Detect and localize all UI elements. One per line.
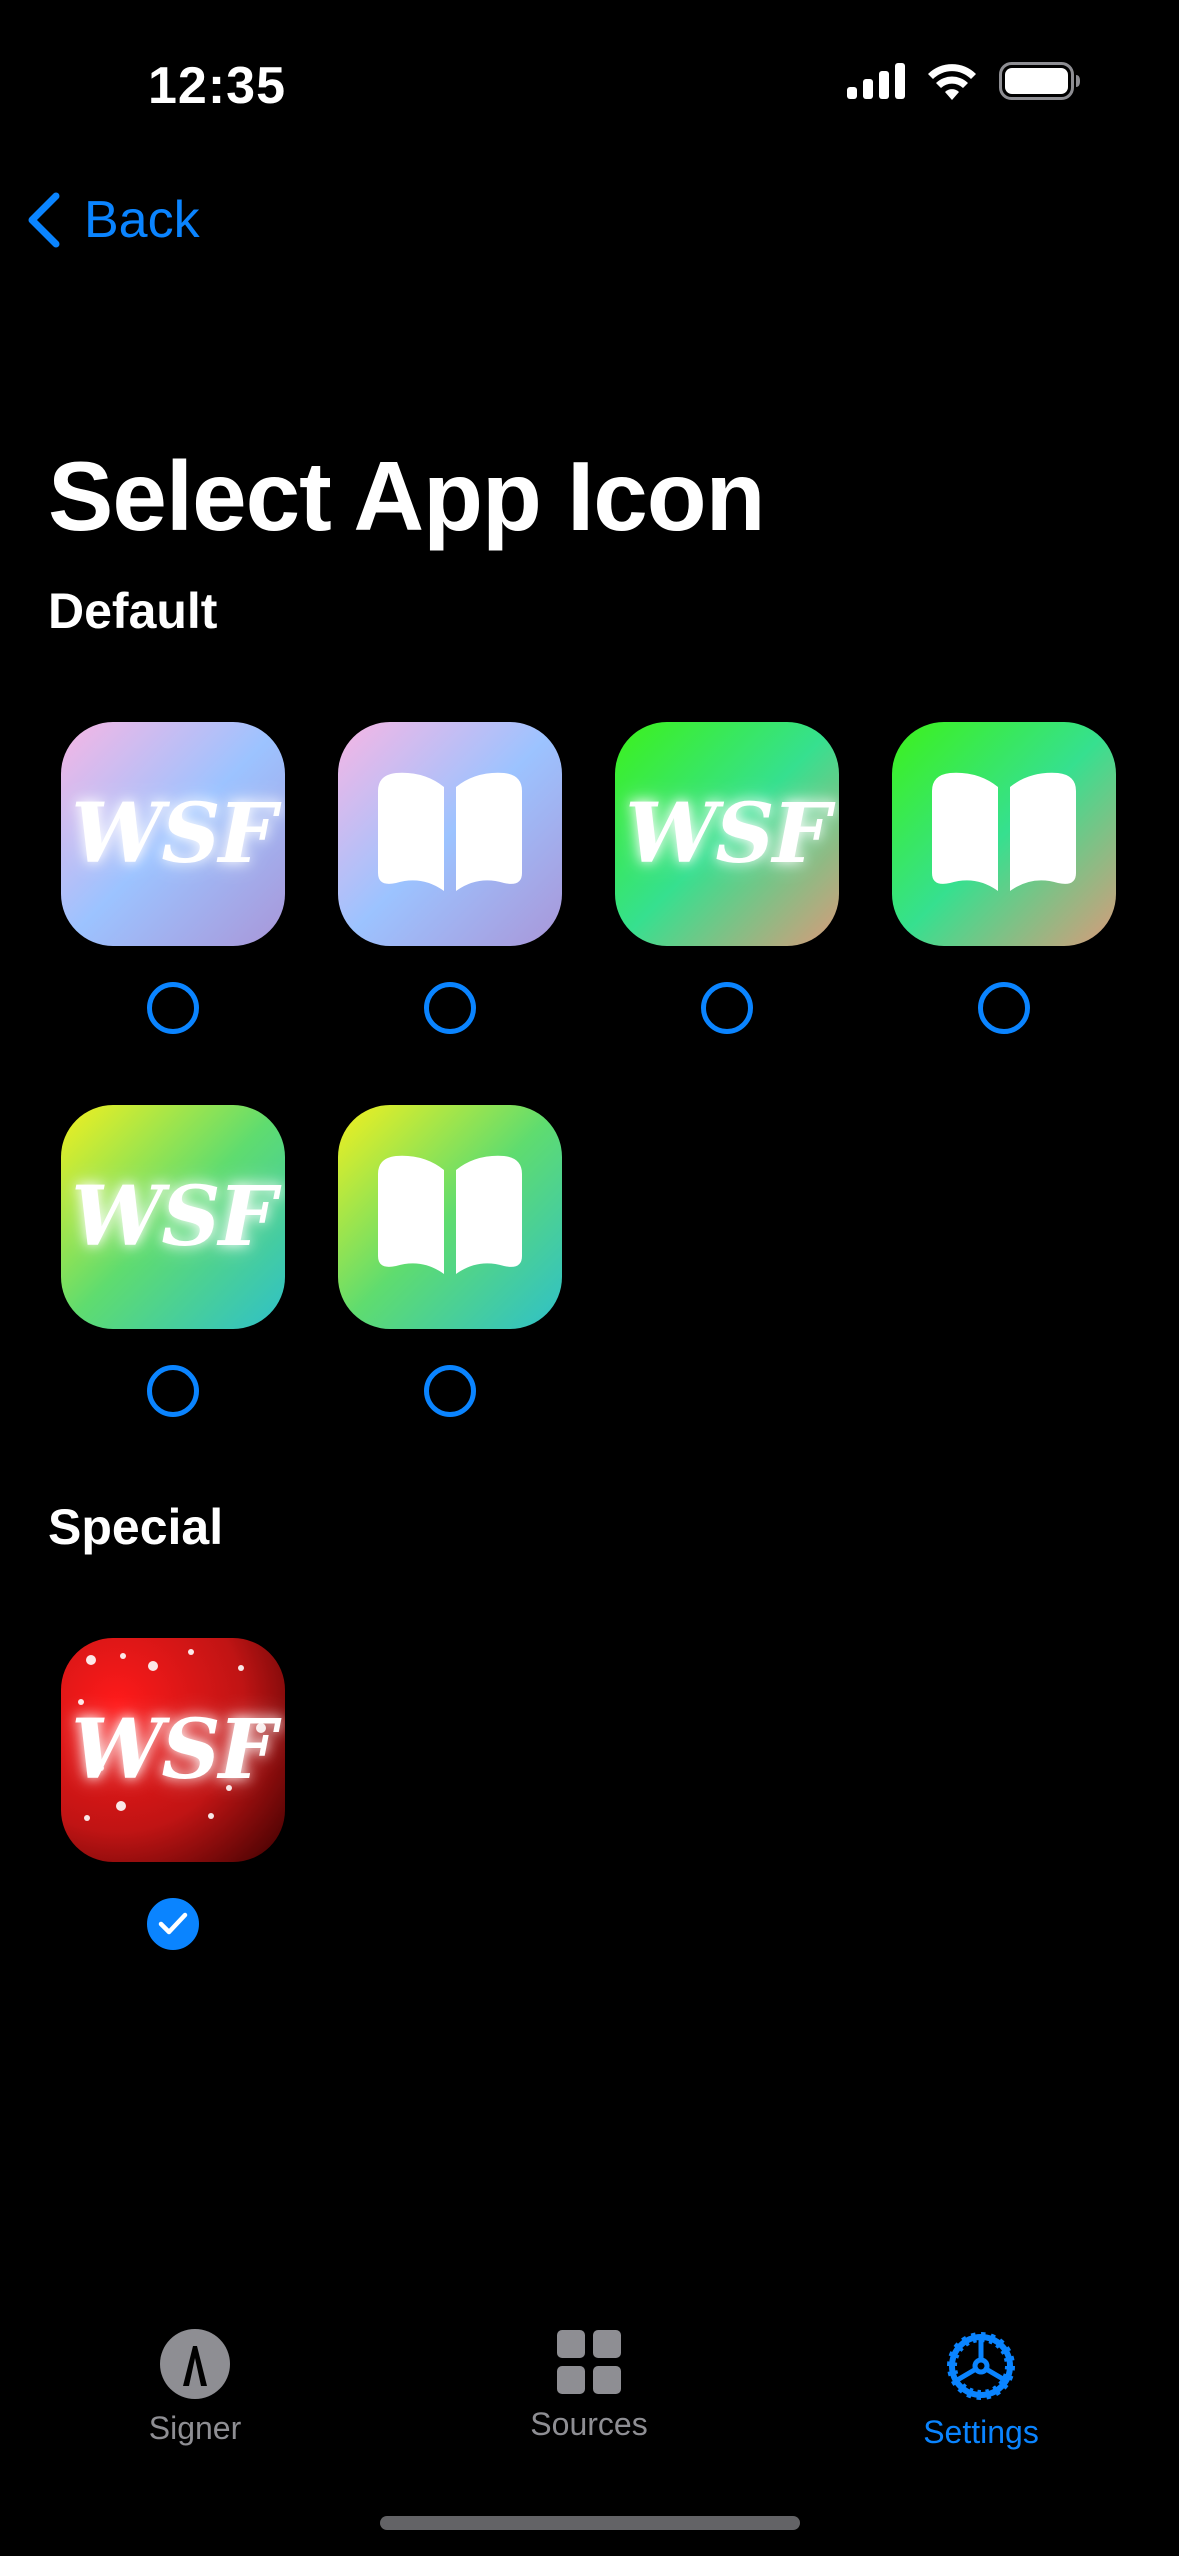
section-title-special: Special xyxy=(48,1499,224,1555)
status-bar: 12:35 xyxy=(0,0,1179,170)
icon-option[interactable] xyxy=(335,1105,565,1417)
app-icon-book[interactable] xyxy=(338,722,562,946)
page-title: Select App Icon xyxy=(48,441,766,551)
radio-unselected[interactable] xyxy=(978,982,1030,1034)
icon-option[interactable] xyxy=(335,722,565,1034)
back-button[interactable]: Back xyxy=(24,190,200,250)
icon-wsf-text: WSF xyxy=(71,1702,277,1798)
app-icon-book[interactable] xyxy=(892,722,1116,946)
icon-option[interactable]: WSF xyxy=(58,1105,288,1417)
section-title-default: Default xyxy=(48,583,218,639)
icon-option[interactable]: WSF xyxy=(612,722,842,1034)
app-icon-wsf[interactable]: WSF xyxy=(615,722,839,946)
icon-wsf-text: WSF xyxy=(625,786,831,882)
book-icon xyxy=(932,772,1076,891)
tab-signer-label: Signer xyxy=(148,2410,242,2446)
tab-sources-label: Sources xyxy=(530,2406,648,2442)
app-icon-book[interactable] xyxy=(338,1105,562,1329)
home-indicator xyxy=(380,2516,800,2530)
app-icon-wsf[interactable]: WSF xyxy=(61,722,285,946)
tab-settings-label: Settings xyxy=(923,2414,1039,2450)
back-label: Back xyxy=(84,191,200,249)
signer-icon xyxy=(160,2329,230,2399)
radio-unselected[interactable] xyxy=(424,982,476,1034)
app-icon-wsf[interactable]: WSF xyxy=(61,1638,285,1862)
gear-icon xyxy=(947,2332,1015,2400)
wifi-icon xyxy=(928,64,976,100)
book-icon xyxy=(378,1155,522,1274)
icon-option[interactable]: WSF xyxy=(58,722,288,1034)
radio-unselected[interactable] xyxy=(147,982,199,1034)
chevron-left-icon xyxy=(28,192,60,248)
tab-sources[interactable]: Sources xyxy=(459,2328,719,2443)
grid-icon xyxy=(557,2330,621,2394)
icon-wsf-text: WSF xyxy=(71,786,277,882)
status-time: 12:35 xyxy=(148,57,286,115)
status-icons xyxy=(847,62,1081,100)
radio-unselected[interactable] xyxy=(147,1365,199,1417)
radio-unselected[interactable] xyxy=(424,1365,476,1417)
app-icon-wsf[interactable]: WSF xyxy=(61,1105,285,1329)
radio-unselected[interactable] xyxy=(701,982,753,1034)
cellular-signal-icon xyxy=(847,63,905,99)
tab-signer[interactable]: Signer xyxy=(65,2328,325,2447)
checkmark-icon xyxy=(158,1912,188,1935)
tab-settings[interactable]: Settings xyxy=(851,2328,1111,2451)
book-icon xyxy=(378,772,522,891)
radio-selected[interactable] xyxy=(147,1898,199,1950)
icon-option[interactable] xyxy=(889,722,1119,1034)
icon-wsf-text: WSF xyxy=(71,1169,277,1265)
battery-icon xyxy=(999,62,1080,100)
icon-option[interactable]: WSF xyxy=(58,1638,288,1950)
